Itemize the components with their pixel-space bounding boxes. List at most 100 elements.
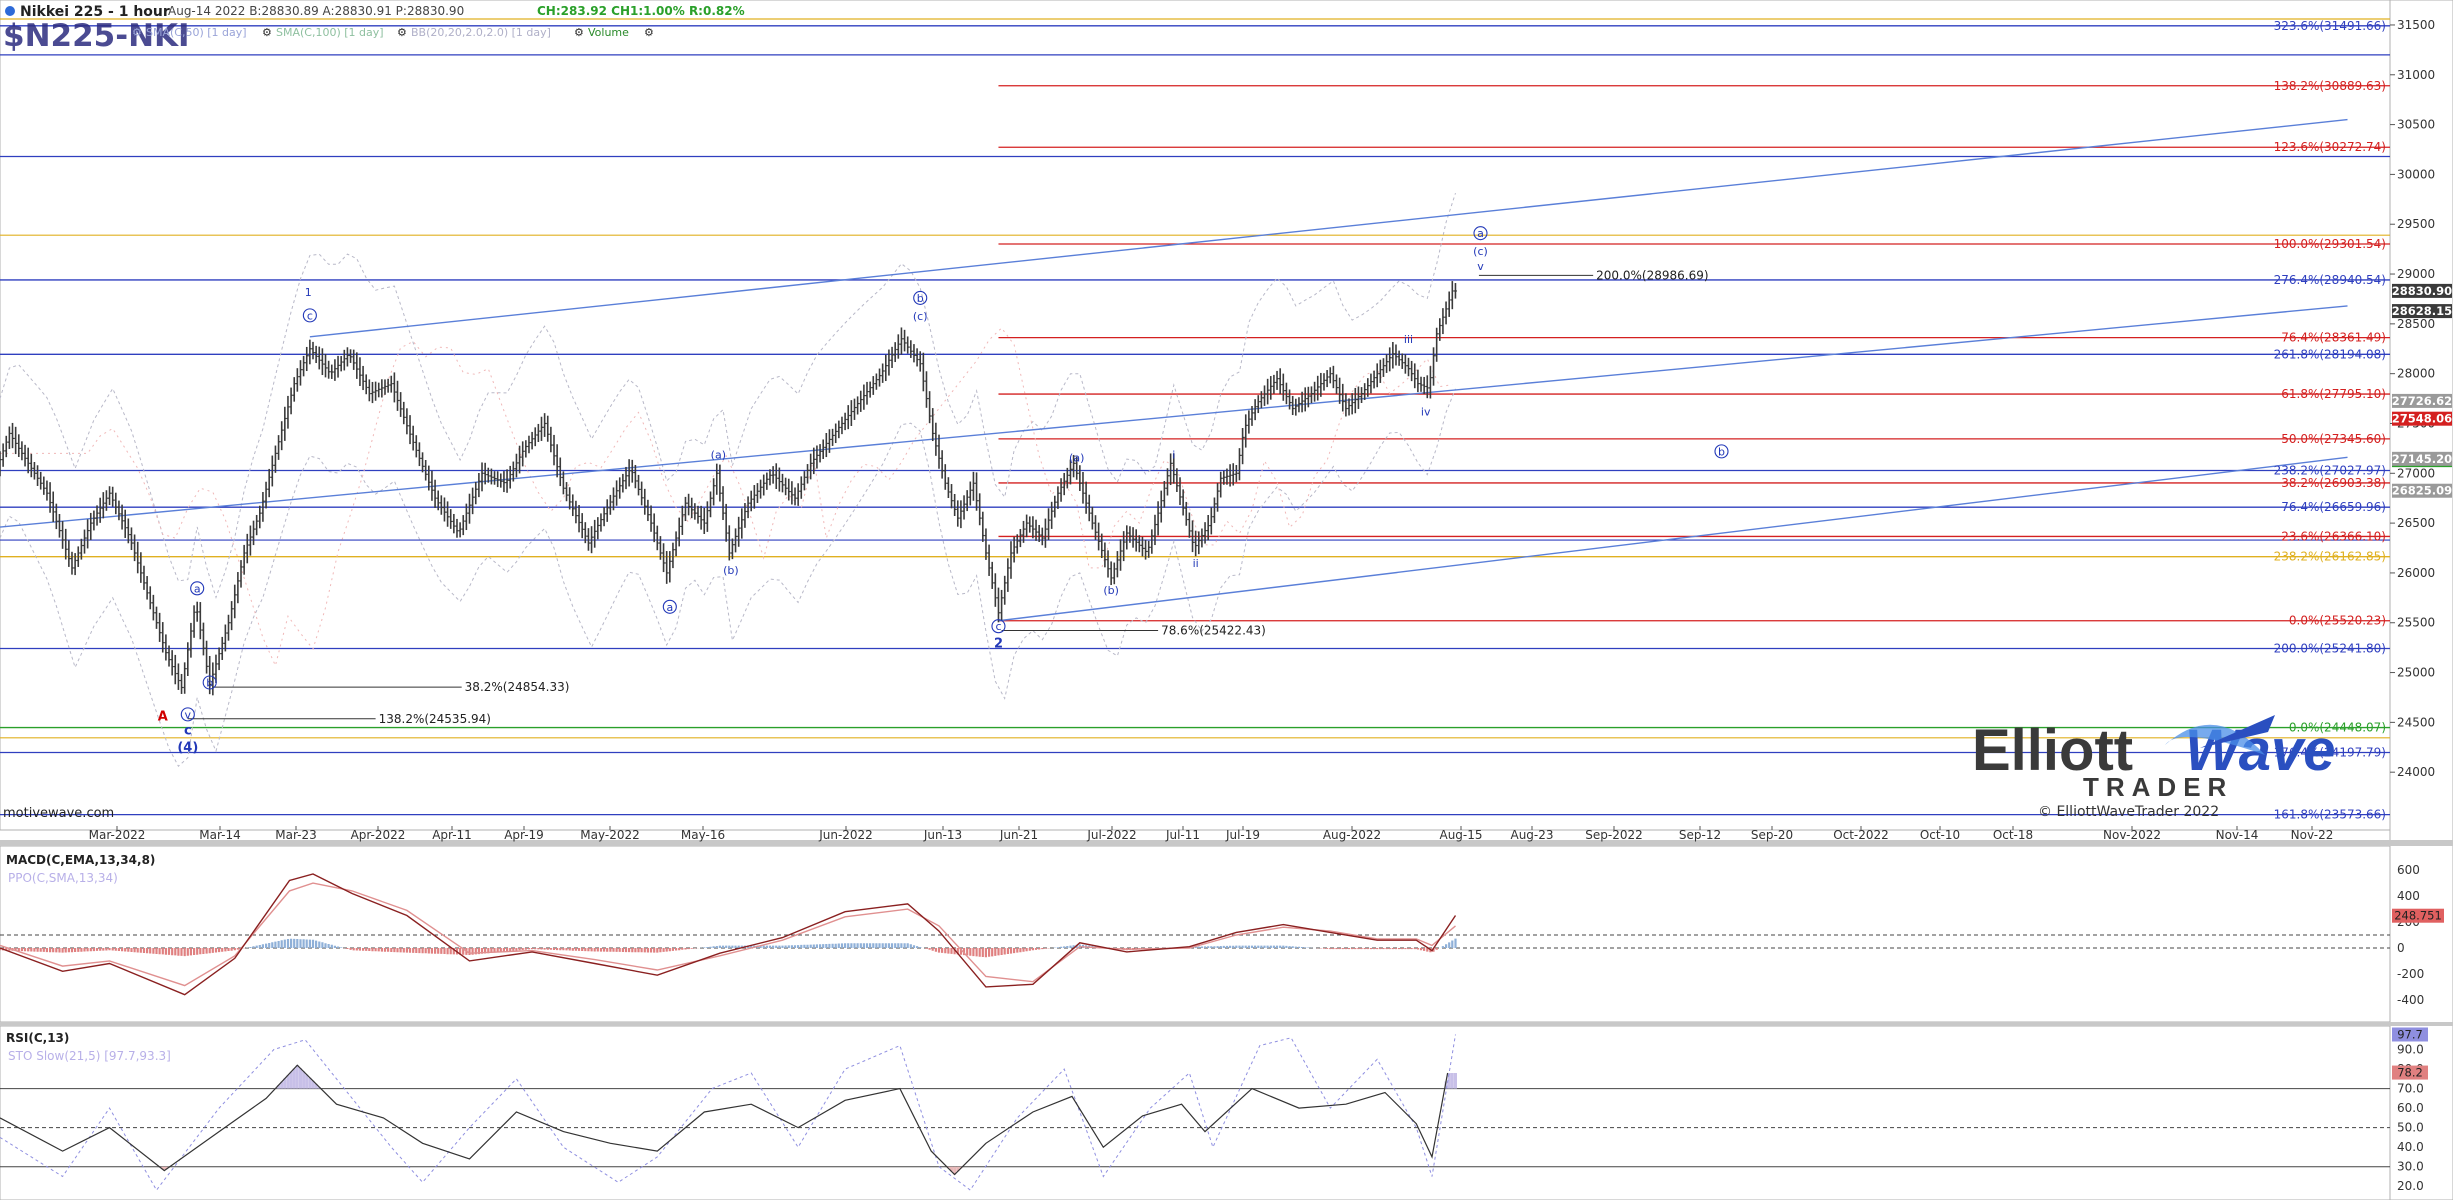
time-axis-label: Oct-2022 bbox=[1833, 828, 1889, 842]
price-axis-label: 29500 bbox=[2397, 217, 2435, 231]
fib-level-label: 161.8%(23573.66) bbox=[2274, 808, 2386, 822]
wave-label: iii bbox=[1404, 333, 1413, 346]
time-axis-label: Nov-14 bbox=[2216, 828, 2259, 842]
macd-axis-label: -200 bbox=[2397, 967, 2424, 981]
wave-label: ii bbox=[1193, 557, 1199, 570]
wave-label: (a) bbox=[1069, 451, 1084, 464]
time-axis-label: May-16 bbox=[681, 828, 725, 842]
wave-label: c bbox=[995, 620, 1001, 633]
time-axis-label: Nov-2022 bbox=[2103, 828, 2161, 842]
chart-canvas[interactable]: 200.0%(28986.69) 78.6%(25422.43) 38.2%(248… bbox=[0, 0, 2453, 1200]
rsi-axis-label: 50.0 bbox=[2397, 1121, 2424, 1135]
fib-level-label: 138.2%(30889.63) bbox=[2274, 79, 2386, 93]
projection-label: 138.2%(24535.94) bbox=[379, 712, 491, 726]
rsi-value-label: 97.7 bbox=[2397, 1027, 2423, 1041]
gear-icon[interactable]: ⚙ bbox=[574, 26, 584, 39]
rsi-axis[interactable]: 20.030.040.050.060.070.080.090.097.778.2 bbox=[2392, 1027, 2428, 1193]
price-axis-label: 31500 bbox=[2397, 18, 2435, 32]
macd-axis-label: 0 bbox=[2397, 941, 2405, 955]
wave-label: a bbox=[666, 601, 673, 614]
time-axis-label: Jul-19 bbox=[1225, 828, 1260, 842]
fib-level-label: 61.8%(27795.10) bbox=[2281, 387, 2386, 401]
time-axis-label: Apr-11 bbox=[432, 828, 472, 842]
macd-value-label: 248.751 bbox=[2394, 909, 2442, 923]
wave-label: 2 bbox=[994, 637, 1003, 652]
time-axis-label: Oct-10 bbox=[1920, 828, 1960, 842]
rsi-axis-label: 70.0 bbox=[2397, 1082, 2424, 1096]
time-axis-label: Apr-2022 bbox=[351, 828, 406, 842]
fib-level-label: 76.4%(28361.49) bbox=[2281, 331, 2386, 345]
wave-label: c bbox=[307, 309, 313, 322]
time-axis-label: Mar-14 bbox=[199, 828, 240, 842]
time-axis-label: Mar-23 bbox=[275, 828, 316, 842]
fib-level-label: 323.6%(31491.66) bbox=[2274, 19, 2386, 33]
macd-axis-label: -400 bbox=[2397, 993, 2424, 1007]
study-bb[interactable]: BB(20,20,2.0,2.0) [1 day] bbox=[411, 26, 551, 39]
time-axis-label: Oct-18 bbox=[1993, 828, 2033, 842]
time-axis-label: Sep-20 bbox=[1751, 828, 1793, 842]
price-marker-value: 27145.20 bbox=[2392, 452, 2452, 466]
wave-label: (4) bbox=[177, 740, 198, 755]
price-axis-label: 25500 bbox=[2397, 616, 2435, 630]
wave-label: b bbox=[1718, 445, 1725, 458]
time-axis-label: Aug-15 bbox=[1439, 828, 1482, 842]
fib-level-label: 100.0%(29301.54) bbox=[2274, 237, 2386, 251]
time-axis-label: Jun-13 bbox=[923, 828, 962, 842]
fib-level-label: 38.2%(26903.38) bbox=[2281, 476, 2386, 490]
study-sma100[interactable]: SMA(C,100) [1 day] bbox=[276, 26, 384, 39]
fib-level-label: 238.2%(26162.85) bbox=[2274, 550, 2386, 564]
gear-icon[interactable]: ⚙ bbox=[262, 26, 272, 39]
time-axis-label: Apr-19 bbox=[504, 828, 544, 842]
time-axis-label: Sep-12 bbox=[1679, 828, 1721, 842]
rsi-axis-label: 90.0 bbox=[2397, 1043, 2424, 1057]
rsi-axis-label: 60.0 bbox=[2397, 1101, 2424, 1115]
macd-title: MACD(C,EMA,13,34,8) bbox=[6, 853, 155, 867]
wave-label: (c) bbox=[913, 310, 928, 323]
price-axis-label: 30000 bbox=[2397, 167, 2435, 181]
wave-label: A bbox=[158, 709, 168, 724]
wave-label: (a) bbox=[711, 448, 726, 461]
price-axis-label: 27000 bbox=[2397, 466, 2435, 480]
price-marker-value: 27548.06 bbox=[2392, 412, 2452, 426]
panel-frames bbox=[0, 0, 2453, 1200]
macd-axis-label: 400 bbox=[2397, 889, 2420, 903]
study-volume[interactable]: Volume bbox=[588, 26, 629, 39]
projection-label: 78.6%(25422.43) bbox=[1161, 623, 1266, 637]
price-axis-label: 28500 bbox=[2397, 317, 2435, 331]
wave-label: v bbox=[185, 708, 192, 721]
time-axis-label: Aug-23 bbox=[1510, 828, 1553, 842]
time-axis-label: Aug-2022 bbox=[1323, 828, 1381, 842]
price-axis-label: 31000 bbox=[2397, 68, 2435, 82]
wave-label: (b) bbox=[723, 564, 739, 577]
time-axis-label: Nov-22 bbox=[2291, 828, 2334, 842]
fib-level-label: 261.8%(28194.08) bbox=[2274, 347, 2386, 361]
price-axis-label: 26500 bbox=[2397, 516, 2435, 530]
fib-level-label: 50.0%(27345.60) bbox=[2281, 432, 2386, 446]
gear-icon[interactable]: ⚙ bbox=[397, 26, 407, 39]
fib-level-label: 200.0%(25241.80) bbox=[2274, 641, 2386, 655]
time-axis-label: May-2022 bbox=[580, 828, 639, 842]
wave-label: c bbox=[184, 723, 192, 738]
fib-level-label: 23.6%(26366.10) bbox=[2281, 529, 2386, 543]
fib-level-label: 76.4%(26659.96) bbox=[2281, 500, 2386, 514]
price-axis-label: 30500 bbox=[2397, 118, 2435, 132]
projection-label: 38.2%(24854.33) bbox=[465, 680, 570, 694]
time-axis-label: Jul-2022 bbox=[1086, 828, 1136, 842]
price-axis-label: 24000 bbox=[2397, 765, 2435, 779]
gear-icon[interactable]: ⚙ bbox=[644, 26, 654, 39]
rsi-title: RSI(C,13) bbox=[6, 1031, 69, 1045]
price-axis-label: 26000 bbox=[2397, 566, 2435, 580]
time-axis-label: Sep-2022 bbox=[1585, 828, 1643, 842]
wave-label: (c) bbox=[1473, 245, 1488, 258]
wave-label: a bbox=[1477, 227, 1484, 240]
price-marker-value: 27726.62 bbox=[2392, 394, 2452, 408]
sto-subtitle: STO Slow(21,5) [97.7,93.3] bbox=[8, 1049, 171, 1063]
wave-label: a bbox=[194, 582, 201, 595]
rsi-axis-label: 40.0 bbox=[2397, 1140, 2424, 1154]
quote-readout: Aug-14 2022 B:28830.89 A:28830.91 P:2883… bbox=[168, 4, 464, 18]
gear-icon[interactable]: ⚙ bbox=[132, 26, 142, 39]
price-axis-label: 28000 bbox=[2397, 367, 2435, 381]
fib-level-label: 123.6%(30272.74) bbox=[2274, 140, 2386, 154]
rsi-value-label: 78.2 bbox=[2397, 1066, 2423, 1080]
study-sma50[interactable]: SMA(C,50) [1 day] bbox=[146, 26, 247, 39]
